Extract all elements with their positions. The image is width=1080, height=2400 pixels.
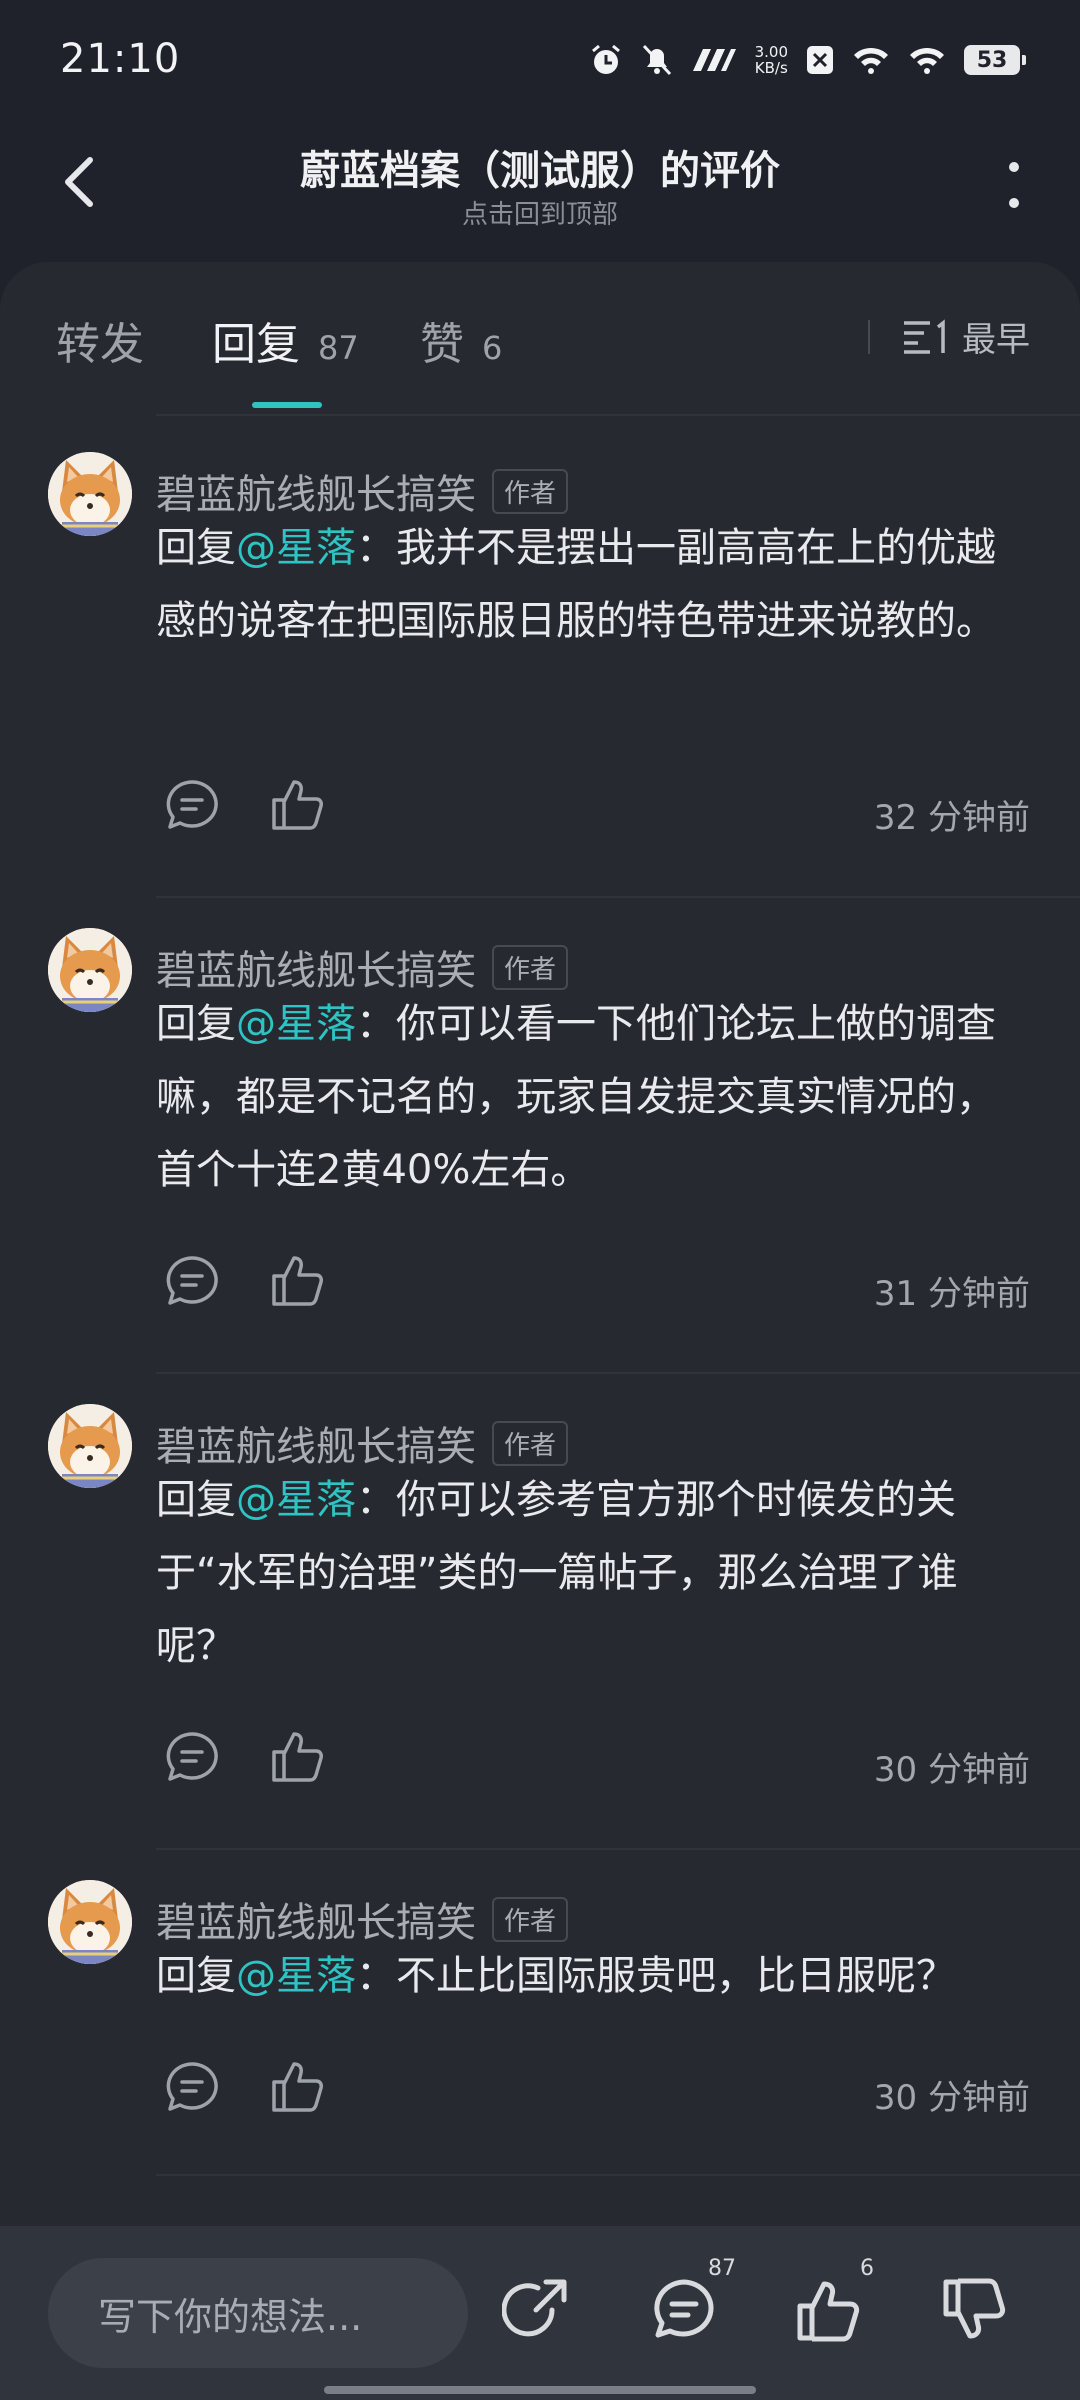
- comment-count-badge: 87: [708, 2256, 736, 2281]
- reply-icon[interactable]: [162, 1728, 222, 1788]
- shiba-avatar-icon: [48, 1404, 132, 1488]
- signal-brand-icon: [692, 49, 736, 71]
- tab-label: 赞: [420, 319, 464, 370]
- reply-icon[interactable]: [162, 1252, 222, 1312]
- tab-label: 转发: [56, 319, 144, 370]
- status-icons: 3.00 KB/s 53: [589, 38, 1026, 82]
- mention-link[interactable]: @星落: [236, 525, 356, 571]
- active-tab-indicator: [252, 402, 322, 408]
- reply-sep: ：: [356, 1953, 396, 1999]
- comment-text[interactable]: 回复@星落：我并不是摆出一副高高在上的优越感的说客在把国际服日服的特色带进来说教…: [156, 512, 1032, 658]
- header: 蔚蓝档案（测试服）的评价 点击回到顶部: [0, 120, 1080, 260]
- alarm-icon: [591, 44, 620, 74]
- wifi-icon: [854, 47, 888, 74]
- net-speed-unit: KB/s: [754, 59, 788, 77]
- tab-forward[interactable]: 转发: [56, 308, 144, 372]
- tab-label: 回复: [212, 319, 300, 370]
- more-options-icon[interactable]: [1000, 156, 1028, 216]
- comment-input[interactable]: 写下你的想法...: [48, 2258, 468, 2368]
- tab-likes[interactable]: 赞 6: [420, 308, 502, 372]
- sort-button[interactable]: 最早: [902, 312, 1030, 361]
- page-title[interactable]: 蔚蓝档案（测试服）的评价: [0, 138, 1080, 196]
- comment-divider: [156, 1372, 1080, 1374]
- review-detail-page: 21:10 3.00 KB/s 53 蔚蓝档案（测试服）的评价 点击回到顶部 转…: [0, 0, 1080, 2400]
- tab-divider: [156, 414, 1080, 416]
- avatar[interactable]: [48, 1404, 132, 1488]
- battery-icon: 53: [964, 45, 1026, 75]
- reply-prefix: 回复: [156, 1477, 236, 1523]
- reply-sep: ：: [356, 1001, 396, 1047]
- avatar[interactable]: [48, 1880, 132, 1964]
- thumbs-up-icon[interactable]: [268, 1726, 328, 1786]
- comment-text[interactable]: 回复@星落：不止比国际服贵吧，比日服呢？: [156, 1940, 1032, 2013]
- tab-count: 6: [482, 329, 503, 367]
- status-time: 21:10: [60, 36, 181, 82]
- avatar[interactable]: [48, 452, 132, 536]
- tab-bar: 转发 回复 87 赞 6 最早: [0, 262, 1080, 416]
- net-speed: 3.00 KB/s: [755, 44, 788, 76]
- mention-link[interactable]: @星落: [236, 1001, 356, 1047]
- comment-text[interactable]: 回复@星落：你可以看一下他们论坛上做的调查嘛，都是不记名的，玩家自发提交真实情况…: [156, 988, 1032, 1207]
- content-panel: 转发 回复 87 赞 6 最早 碧蓝航线舰长搞笑 作者 回复@星落：我并不是摆出…: [0, 262, 1080, 2262]
- tab-count: 87: [318, 329, 359, 367]
- share-icon[interactable]: [502, 2274, 574, 2346]
- comment-time: 30 分钟前: [873, 2078, 1030, 2118]
- mute-icon: [642, 44, 671, 76]
- home-indicator[interactable]: [324, 2386, 756, 2394]
- mention-link[interactable]: @星落: [236, 1953, 356, 1999]
- shiba-avatar-icon: [48, 1880, 132, 1964]
- shiba-avatar-icon: [48, 928, 132, 1012]
- reply-sep: ：: [356, 525, 396, 571]
- battery-level: 53: [976, 47, 1008, 73]
- reply-icon[interactable]: [162, 776, 222, 836]
- comment-divider: [156, 1848, 1080, 1850]
- thumbs-up-icon[interactable]: [268, 1250, 328, 1310]
- sort-label: 最早: [962, 320, 1030, 360]
- thumbs-up-icon[interactable]: [268, 2056, 328, 2116]
- avatar[interactable]: [48, 928, 132, 1012]
- comment-divider: [156, 896, 1080, 898]
- author-badge: 作者: [492, 1420, 569, 1466]
- thumbs-down-icon[interactable]: [938, 2274, 1010, 2346]
- comment-time: 32 分钟前: [873, 798, 1030, 838]
- comment-text[interactable]: 回复@星落：你可以参考官方那个时候发的关于“水军的治理”类的一篇帖子，那么治理了…: [156, 1464, 1032, 1683]
- reply-prefix: 回复: [156, 1953, 236, 1999]
- reply-sep: ：: [356, 1477, 396, 1523]
- mention-link[interactable]: @星落: [236, 1477, 356, 1523]
- shiba-avatar-icon: [48, 452, 132, 536]
- wifi-icon: [910, 47, 944, 74]
- comment-body: 不止比国际服贵吧，比日服呢？: [396, 1953, 956, 1999]
- comment-icon[interactable]: [648, 2274, 720, 2346]
- author-badge: 作者: [492, 468, 569, 514]
- reply-prefix: 回复: [156, 1001, 236, 1047]
- comment-time: 31 分钟前: [873, 1274, 1030, 1314]
- thumbs-up-icon[interactable]: [792, 2274, 864, 2346]
- comment-time: 30 分钟前: [873, 1750, 1030, 1790]
- bottom-action-bar: 写下你的想法... 87 6: [0, 2226, 1080, 2400]
- net-speed-value: 3.00: [754, 43, 788, 61]
- thumbs-up-icon[interactable]: [268, 774, 328, 834]
- reply-icon[interactable]: [162, 2058, 222, 2118]
- sort-divider: [868, 320, 870, 354]
- tab-replies[interactable]: 回复 87: [212, 308, 359, 372]
- comment-divider: [156, 2174, 1080, 2176]
- like-count-badge: 6: [860, 2256, 874, 2281]
- status-bar: 21:10 3.00 KB/s 53: [0, 0, 1080, 120]
- close-box-icon: [807, 46, 833, 74]
- author-badge: 作者: [492, 1896, 569, 1942]
- reply-prefix: 回复: [156, 525, 236, 571]
- author-badge: 作者: [492, 944, 569, 990]
- sort-list-icon: [904, 318, 945, 354]
- scroll-to-top-hint[interactable]: 点击回到顶部: [0, 194, 1080, 231]
